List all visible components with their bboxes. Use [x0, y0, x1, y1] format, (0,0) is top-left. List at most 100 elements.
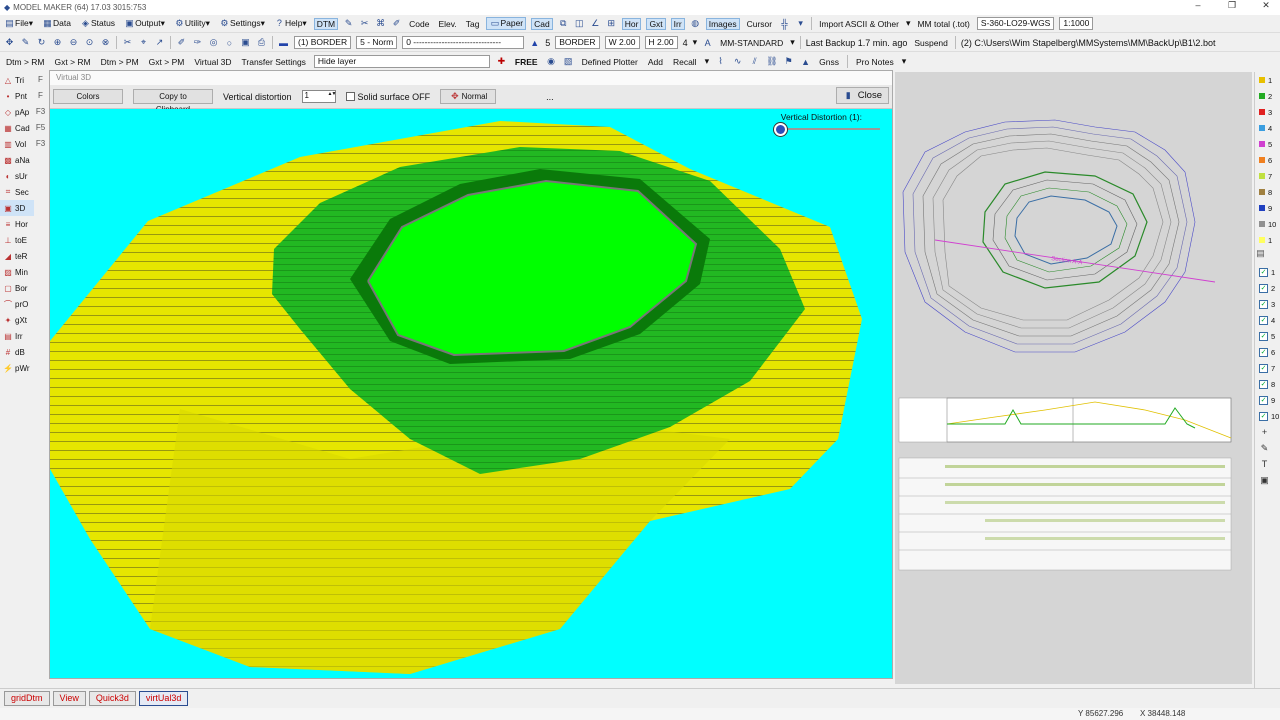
layer-item[interactable]: 7 [1255, 168, 1280, 184]
gxt-pm-button[interactable]: Gxt > PM [147, 57, 187, 67]
cut-icon[interactable]: ✂ [122, 37, 133, 48]
check-icon[interactable]: ✓ [1259, 379, 1268, 389]
grid-icon[interactable]: ⊞ [606, 18, 617, 29]
target-icon[interactable]: ◎ [208, 37, 219, 48]
tool-ana[interactable]: ▩ aNa [0, 152, 34, 168]
check-icon[interactable]: ✓ [1259, 363, 1268, 373]
utility-menu[interactable]: ⚙Utility▾ [172, 18, 212, 29]
settings-menu[interactable]: ⚙Settings▾ [217, 18, 267, 29]
zoom-out-icon[interactable]: ⊖ [68, 37, 79, 48]
warning-icon[interactable]: ▲ [529, 38, 540, 48]
snap-icon[interactable]: ⌇ [715, 56, 726, 67]
check-icon[interactable]: ✓ [1259, 283, 1268, 293]
flag-icon[interactable]: ⚑ [783, 56, 794, 67]
images-button[interactable]: Images [705, 17, 740, 30]
gnss-button[interactable]: Gnss [817, 57, 841, 67]
drawing-area[interactable]: Section A-A [895, 72, 1252, 684]
add-button[interactable]: Add [646, 57, 665, 67]
layer-visibility-item[interactable]: ✓ 1 [1255, 264, 1280, 280]
mountain-icon[interactable]: ▲ [800, 57, 811, 67]
zoom-window-icon[interactable]: ⊙ [84, 37, 95, 48]
check-icon[interactable]: ✓ [1259, 299, 1268, 309]
layer-item[interactable]: 9 [1255, 200, 1280, 216]
tool-sec[interactable]: ⌗ Sec [0, 184, 34, 200]
tool-hor[interactable]: ≡ Hor [0, 216, 34, 232]
tool-tri[interactable]: △ Tri [0, 72, 34, 88]
rotate-icon[interactable]: ↻ [36, 37, 47, 48]
layer-item[interactable]: 8 [1255, 184, 1280, 200]
check-icon[interactable]: ✓ [1259, 347, 1268, 357]
layer-item[interactable]: 2 [1255, 88, 1280, 104]
layer-combo[interactable]: (1) BORDER [294, 36, 352, 49]
status-menu[interactable]: ◈ Status [78, 18, 117, 29]
tool-db[interactable]: # dB [0, 344, 34, 360]
vertical-distortion-knob[interactable] [774, 123, 787, 136]
crs-combo[interactable]: S-360-LO29-WGS [976, 17, 1055, 30]
tab-virtual3d[interactable]: virtUal3d [138, 690, 189, 706]
layer-item[interactable]: 3 [1255, 104, 1280, 120]
layer-visibility-item[interactable]: ✓ 6 [1255, 344, 1280, 360]
normal-button[interactable]: ✥ Normal [440, 89, 497, 104]
layer-visibility-item[interactable]: ✓ 2 [1255, 280, 1280, 296]
tool-vol[interactable]: ▥ Vol [0, 136, 34, 152]
aux-tool[interactable]: F5 [35, 120, 46, 136]
file-menu[interactable]: ▤File▾ [2, 18, 35, 29]
tool-3d[interactable]: ▣ 3D [0, 200, 34, 216]
check-icon[interactable]: ✓ [1259, 267, 1268, 277]
print-icon[interactable]: ⎙ [256, 37, 267, 48]
tool-irr[interactable]: ▤ Irr [0, 328, 34, 344]
border-combo[interactable]: BORDER [555, 36, 600, 49]
transfer-settings-button[interactable]: Transfer Settings [240, 57, 308, 67]
dropdown-icon[interactable]: ▾ [795, 18, 806, 29]
recall-button[interactable]: Recall [671, 57, 699, 67]
gxt-rm-button[interactable]: Gxt > RM [53, 57, 93, 67]
paper-button[interactable]: ▭Paper [486, 17, 527, 30]
tool-icon[interactable]: ✂ [359, 18, 370, 29]
defined-plotter-button[interactable]: Defined Plotter [580, 57, 640, 67]
tool-pap[interactable]: ◇ pAp [0, 104, 34, 120]
tool-cad[interactable]: ▦ Cad [0, 120, 34, 136]
gxt-button[interactable]: Gxt [646, 17, 666, 30]
minimize-icon[interactable]: – [1186, 0, 1210, 10]
hide-layer-combo[interactable]: Hide layer [313, 55, 490, 68]
height-field[interactable]: H 2.00 [644, 36, 678, 49]
aux-tool[interactable]: F3 [35, 104, 46, 120]
check-icon[interactable]: ✓ [1259, 331, 1268, 341]
hatch-icon[interactable]: ▧ [563, 56, 574, 67]
vertical-distortion-spinner[interactable]: 1 [301, 90, 336, 103]
chain-icon[interactable]: ⛓ [766, 56, 777, 67]
linetype-combo[interactable]: 0 ------------------------------- [402, 36, 525, 49]
tool-pwr[interactable]: ⚡ pWr [0, 360, 34, 376]
help-menu[interactable]: ? Help▾ [272, 18, 309, 29]
hor-button[interactable]: Hor [621, 17, 642, 30]
brush-icon[interactable]: ✐ [176, 37, 187, 48]
import-button[interactable]: Import ASCII & Other [817, 19, 901, 29]
aux-tool[interactable]: F [35, 88, 46, 104]
dtm-rm-button[interactable]: Dtm > RM [4, 57, 47, 67]
layer-item[interactable]: 6 [1255, 152, 1280, 168]
layer-visibility-item[interactable]: ✓ 9 [1255, 392, 1280, 408]
suspend-button[interactable]: Suspend [912, 38, 950, 48]
globe-icon[interactable]: ◍ [690, 18, 701, 29]
tool-min[interactable]: ▨ Min [0, 264, 34, 280]
layer-item[interactable]: 4 [1255, 120, 1280, 136]
virtual3d-viewport[interactable]: Vertical Distortion (1): [50, 109, 892, 678]
virtual3d-button[interactable]: Virtual 3D [192, 57, 233, 67]
layer-item[interactable]: 10 [1255, 216, 1280, 232]
rect-icon[interactable]: ◫ [574, 18, 585, 29]
solid-surface-checkbox[interactable]: Solid surface OFF [345, 92, 430, 102]
layer-visibility-item[interactable]: ✓ 3 [1255, 296, 1280, 312]
copy-to-clipboard-button[interactable]: Copy to Clipboard [133, 89, 213, 114]
close-window-icon[interactable]: ✕ [1254, 0, 1278, 11]
edit-icon[interactable]: ✐ [391, 18, 402, 29]
elev-button[interactable]: Elev. [436, 19, 458, 29]
check-icon[interactable]: ✓ [1259, 315, 1268, 325]
irr-button[interactable]: Irr [670, 17, 685, 30]
layer-item[interactable]: 1 [1255, 232, 1280, 248]
vertical-distortion-track[interactable] [782, 128, 880, 130]
restore-icon[interactable]: ❐ [1220, 0, 1244, 11]
shape-icon[interactable]: ◉ [546, 56, 557, 67]
image-icon[interactable]: ▣ [1259, 475, 1270, 486]
box-icon[interactable]: ▣ [240, 37, 251, 48]
add-layer-icon[interactable]: + [1259, 427, 1270, 437]
